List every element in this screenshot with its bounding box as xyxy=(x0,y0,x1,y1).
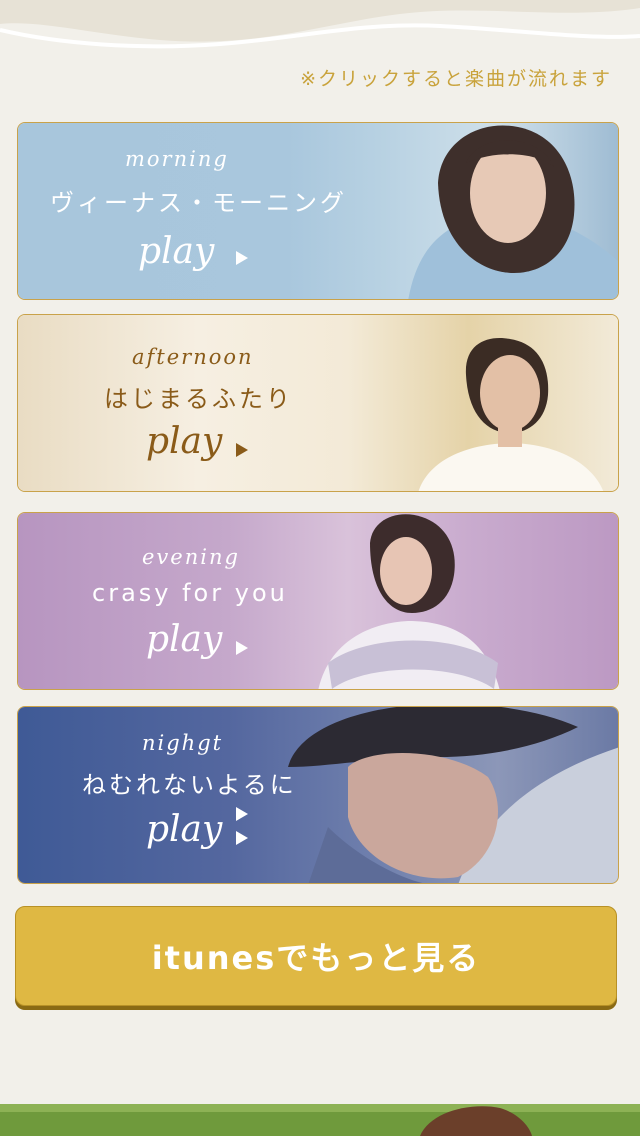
track-period-label: morning xyxy=(125,147,229,171)
footer-photo-strip xyxy=(0,1104,640,1136)
play-arrow-icon[interactable] xyxy=(236,807,248,821)
itunes-more-button[interactable]: itunesでもっと見る xyxy=(15,906,617,1006)
play-arrow-icon[interactable] xyxy=(236,641,248,655)
track-card-night[interactable]: nighgt ねむれないよるに play xyxy=(17,706,619,884)
track-period-label: evening xyxy=(142,545,240,569)
singer-photo xyxy=(408,125,618,299)
singer-photo xyxy=(418,338,604,491)
track-card-afternoon[interactable]: afternoon はじまるふたり play xyxy=(17,314,619,492)
track-card-morning[interactable]: morning ヴィーナス・モーニング play xyxy=(17,122,619,300)
play-label: play xyxy=(146,619,223,660)
track-period-label: afternoon xyxy=(132,345,254,369)
singer-photo xyxy=(318,514,500,689)
singer-photo xyxy=(288,707,618,883)
play-arrow-icon[interactable] xyxy=(236,251,248,265)
play-arrow-icon[interactable] xyxy=(236,443,248,457)
play-label: play xyxy=(146,421,223,462)
top-wave-decoration xyxy=(0,0,640,49)
track-title: ねむれないよるに xyxy=(82,771,297,799)
track-card-evening[interactable]: evening crasy for you play xyxy=(17,512,619,690)
track-title: はじまるふたり xyxy=(104,385,293,413)
track-title: ヴィーナス・モーニング xyxy=(50,189,347,217)
play-label: play xyxy=(146,809,223,850)
play-arrow-icon[interactable] xyxy=(236,831,248,845)
click-hint-note: ※クリックすると楽曲が流れます xyxy=(300,68,612,90)
track-period-label: nighgt xyxy=(142,731,224,755)
play-label: play xyxy=(138,231,215,272)
track-title: crasy for you xyxy=(92,579,288,607)
